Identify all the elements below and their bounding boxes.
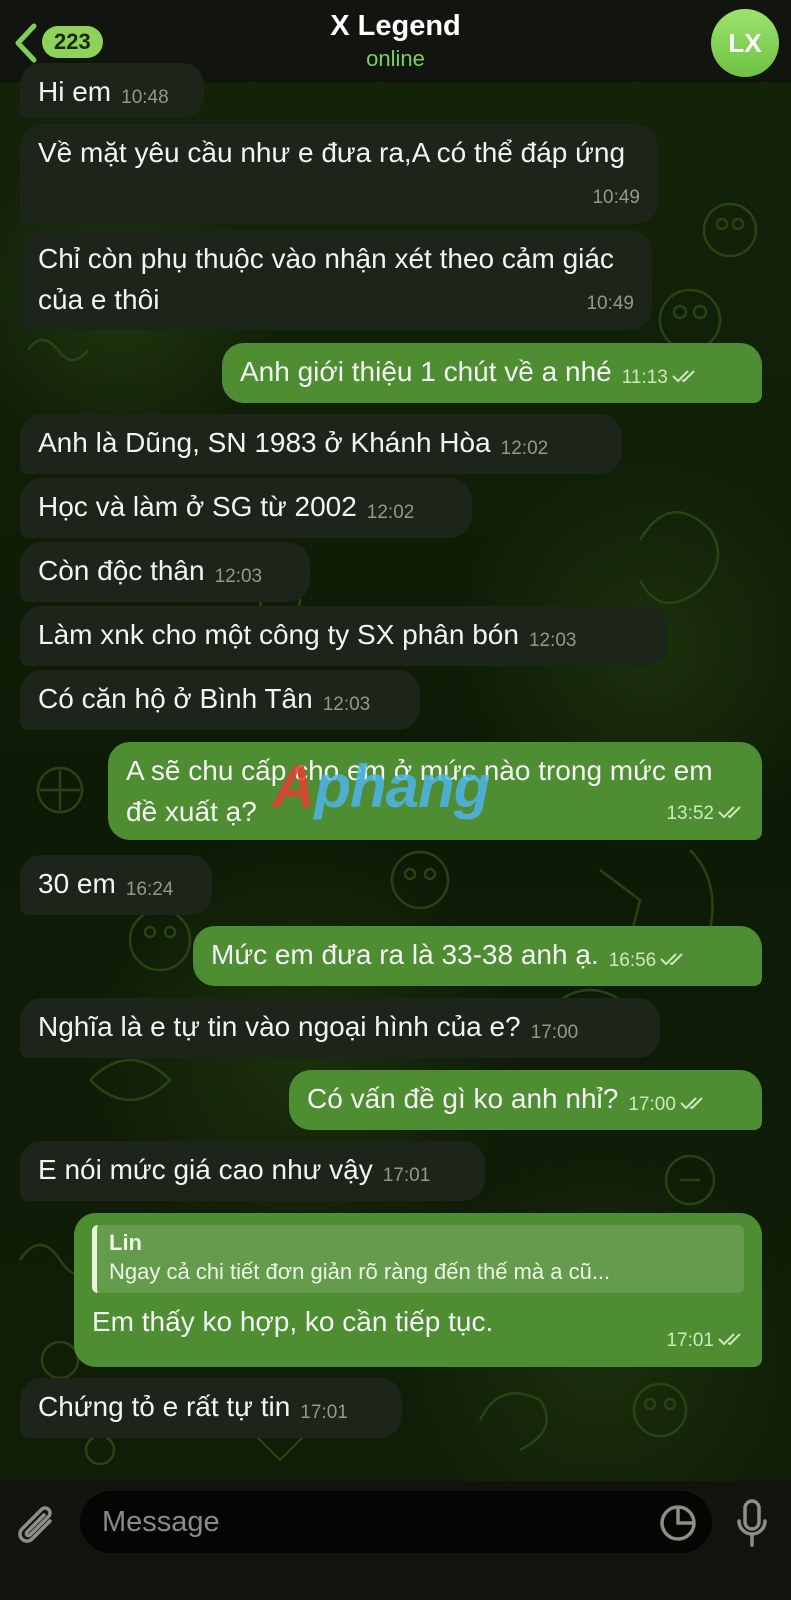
message-bubble[interactable]: Có vấn đề gì ko anh nhỉ? 17:00: [289, 1070, 762, 1130]
message-text: Anh là Dũng, SN 1983 ở Khánh Hòa: [38, 427, 491, 458]
avatar[interactable]: LX: [711, 9, 779, 77]
message-text: Còn độc thân: [38, 555, 205, 586]
message-text: Chỉ còn phụ thuộc vào nhận xét theo cảm …: [38, 243, 614, 315]
message-text: Mức em đưa ra là 33-38 anh ạ.: [211, 939, 599, 970]
message-bubble[interactable]: Chứng tỏ e rất tự tin 17:01: [20, 1378, 402, 1438]
message-text: Em thấy ko hợp, ko cần tiếp tục.: [92, 1306, 494, 1337]
message-bubble[interactable]: Nghĩa là e tự tin vào ngoại hình của e? 1…: [20, 998, 660, 1058]
message-text: Nghĩa là e tự tin vào ngoại hình của e?: [38, 1011, 521, 1042]
microphone-icon[interactable]: [736, 1499, 768, 1551]
message-time: 16:56: [609, 940, 687, 981]
message-text: E nói mức giá cao như vậy: [38, 1154, 373, 1185]
read-check-icon: [672, 370, 695, 383]
reply-author: Lin: [109, 1230, 142, 1255]
message-text: Về mặt yêu cầu như e đưa ra,A có thể đáp…: [38, 137, 626, 168]
paperclip-icon[interactable]: [16, 1503, 60, 1553]
message-time: 12:02: [500, 438, 549, 459]
message-bubble[interactable]: Mức em đưa ra là 33-38 anh ạ. 16:56: [193, 926, 762, 986]
message-time: 17:00: [628, 1084, 706, 1125]
message-text: Hi em: [38, 76, 112, 107]
message-time: 10:49: [586, 293, 634, 314]
message-text: Chứng tỏ e rất tự tin: [38, 1391, 291, 1422]
message-text: Học và làm ở SG từ 2002: [38, 491, 357, 522]
message-bubble[interactable]: Học và làm ở SG từ 2002 12:02: [20, 478, 472, 538]
message-time: 10:48: [121, 87, 169, 108]
message-time: 13:52: [666, 793, 744, 834]
message-time: 12:03: [214, 566, 263, 587]
message-bubble[interactable]: Làm xnk cho một công ty SX phân bón 12:03: [20, 606, 668, 666]
read-check-icon: [660, 953, 683, 966]
message-bubble[interactable]: Về mặt yêu cầu như e đưa ra,A có thể đáp…: [20, 124, 658, 224]
message-time: 17:01: [382, 1165, 431, 1186]
read-check-icon: [718, 806, 741, 819]
message-time: 10:49: [592, 187, 640, 208]
message-time: 12:03: [322, 694, 371, 715]
message-time: 17:01: [300, 1402, 348, 1423]
message-text: Có vấn đề gì ko anh nhỉ?: [307, 1083, 619, 1114]
watermark: Aphang: [272, 753, 490, 820]
message-text: Anh giới thiệu 1 chút về a nhé: [240, 356, 612, 387]
message-time: 17:01: [666, 1320, 744, 1361]
reply-preview: Ngay cả chi tiết đơn giản rõ ràng đến th…: [109, 1259, 611, 1284]
sticker-icon[interactable]: [658, 1503, 698, 1543]
message-bubble[interactable]: 30 em 16:24: [20, 855, 212, 915]
message-bubble[interactable]: Anh là Dũng, SN 1983 ở Khánh Hòa 12:02: [20, 414, 622, 474]
message-time: 12:03: [528, 630, 577, 651]
message-bubble[interactable]: Chỉ còn phụ thuộc vào nhận xét theo cảm …: [20, 230, 652, 330]
composer-bar: [0, 1481, 791, 1600]
message-bubble[interactable]: Có căn hộ ở Bình Tân 12:03: [20, 670, 420, 730]
message-bubble[interactable]: Lin Ngay cả chi tiết đơn giản rõ ràng đế…: [74, 1213, 762, 1367]
message-time: 11:13: [622, 357, 698, 398]
message-bubble[interactable]: Còn độc thân 12:03: [20, 542, 310, 602]
message-bubble[interactable]: E nói mức giá cao như vậy 17:01: [20, 1141, 485, 1201]
message-bubble[interactable]: Anh giới thiệu 1 chút về a nhé 11:13: [222, 343, 762, 403]
read-check-icon: [680, 1097, 703, 1110]
message-time: 16:24: [125, 879, 174, 900]
message-time: 17:00: [530, 1022, 579, 1043]
message-input[interactable]: [80, 1491, 712, 1553]
message-text: Có căn hộ ở Bình Tân: [38, 683, 313, 714]
message-text: Làm xnk cho một công ty SX phân bón: [38, 619, 519, 650]
message-text: 30 em: [38, 868, 116, 899]
read-check-icon: [718, 1333, 741, 1346]
chat-title[interactable]: X Legend: [0, 10, 791, 43]
message-time: 12:02: [366, 502, 415, 523]
reply-quote[interactable]: Lin Ngay cả chi tiết đơn giản rõ ràng đế…: [92, 1225, 744, 1293]
message-bubble[interactable]: Hi em 10:48: [20, 63, 204, 118]
